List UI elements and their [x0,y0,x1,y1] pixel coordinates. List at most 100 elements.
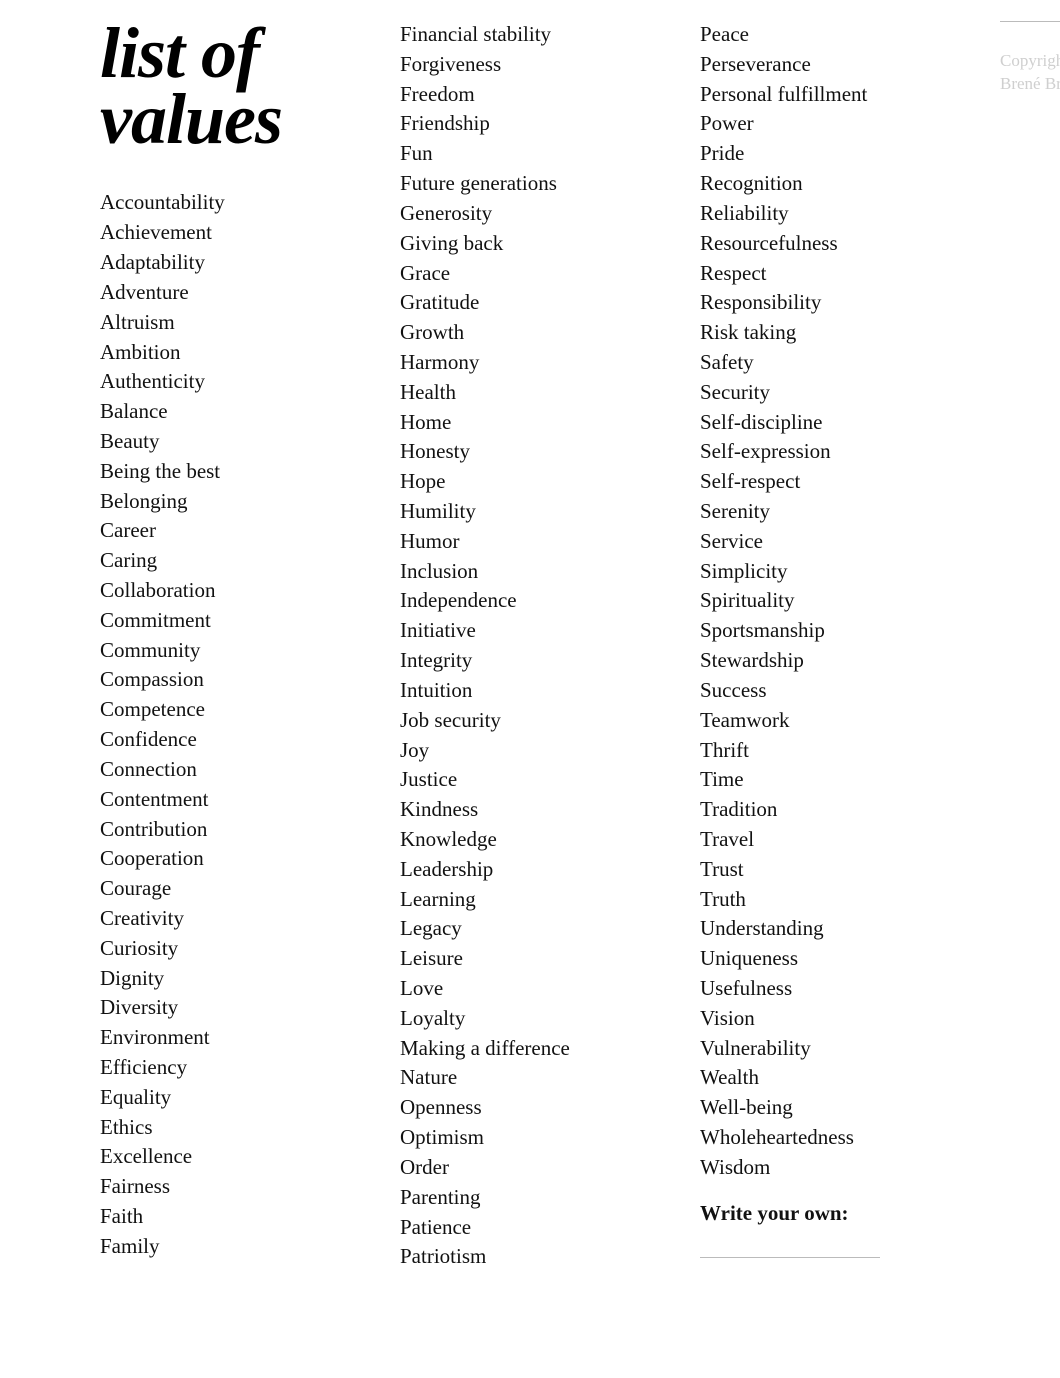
value-item: Friendship [400,109,660,139]
value-item: Patriotism [400,1242,660,1272]
value-item: Serenity [700,497,960,527]
value-item: Vulnerability [700,1034,960,1064]
value-item: Community [100,636,360,666]
value-item: Pride [700,139,960,169]
value-item: Fun [400,139,660,169]
value-item: Service [700,527,960,557]
value-item: Power [700,109,960,139]
value-item: Legacy [400,914,660,944]
value-item: Parenting [400,1183,660,1213]
value-item: Teamwork [700,706,960,736]
page-title: list ofvalues [100,20,360,152]
value-item: Caring [100,546,360,576]
value-item: Cooperation [100,844,360,874]
value-item: Self-discipline [700,408,960,438]
values-list: AccountabilityAchievementAdaptabilityAdv… [100,20,960,1280]
value-item: Nature [400,1063,660,1093]
value-item: Beauty [100,427,360,457]
value-item: Independence [400,586,660,616]
value-item: Home [400,408,660,438]
value-item: Adaptability [100,248,360,278]
value-item: Time [700,765,960,795]
value-item: Excellence [100,1142,360,1172]
page: list ofvalues AccountabilityAchievementA… [0,0,1060,1378]
value-item: Trust [700,855,960,885]
value-item: Optimism [400,1123,660,1153]
value-item: Joy [400,736,660,766]
value-item: Achievement [100,218,360,248]
value-item: Humor [400,527,660,557]
value-item: Environment [100,1023,360,1053]
value-item: Diversity [100,993,360,1023]
value-item: Job security [400,706,660,736]
value-item: Grace [400,259,660,289]
value-item: Self-expression [700,437,960,467]
value-item: Future generations [400,169,660,199]
value-item: Recognition [700,169,960,199]
value-item: Leisure [400,944,660,974]
value-item: Risk taking [700,318,960,348]
value-item: Sportsmanship [700,616,960,646]
value-item: Uniqueness [700,944,960,974]
blank-line-1 [700,1256,880,1258]
value-item: Order [400,1153,660,1183]
value-item: Curiosity [100,934,360,964]
value-item: Career [100,516,360,546]
value-item: Balance [100,397,360,427]
value-item: Thrift [700,736,960,766]
value-item: Health [400,378,660,408]
value-item: Courage [100,874,360,904]
value-item: Commitment [100,606,360,636]
value-item: Perseverance [700,50,960,80]
value-item: Confidence [100,725,360,755]
value-item: Fairness [100,1172,360,1202]
value-item: Harmony [400,348,660,378]
value-item: Wisdom [700,1153,960,1183]
value-item: Generosity [400,199,660,229]
value-item: Financial stability [400,20,660,50]
value-item: Truth [700,885,960,915]
value-item: Leadership [400,855,660,885]
value-item: Growth [400,318,660,348]
value-item: Adventure [100,278,360,308]
value-item: Justice [400,765,660,795]
value-item: Altruism [100,308,360,338]
value-item: Ethics [100,1113,360,1143]
value-item: Collaboration [100,576,360,606]
value-item: Openness [400,1093,660,1123]
value-item: Kindness [400,795,660,825]
value-item: Well-being [700,1093,960,1123]
value-item: Freedom [400,80,660,110]
value-item: Family [100,1232,360,1262]
value-item: Ambition [100,338,360,368]
value-item: Tradition [700,795,960,825]
value-item: Forgiveness [400,50,660,80]
value-item: Usefulness [700,974,960,1004]
value-item: Competence [100,695,360,725]
value-item: Integrity [400,646,660,676]
write-your-own-heading: Write your own: [700,1201,960,1226]
value-item: Learning [400,885,660,915]
value-item: Creativity [100,904,360,934]
value-item: Making a difference [400,1034,660,1064]
title-block: list ofvalues [100,20,360,152]
value-item: Equality [100,1083,360,1113]
content-columns: list ofvalues AccountabilityAchievementA… [100,20,960,1280]
blank-line-2 [1000,20,1060,22]
value-item: Accountability [100,188,360,218]
value-item: Simplicity [700,557,960,587]
value-item: Contribution [100,815,360,845]
value-item: Vision [700,1004,960,1034]
value-item: Patience [400,1213,660,1243]
value-item: Being the best [100,457,360,487]
value-item: Loyalty [400,1004,660,1034]
value-item: Compassion [100,665,360,695]
value-item: Responsibility [700,288,960,318]
value-item: Connection [100,755,360,785]
value-item: Travel [700,825,960,855]
value-item: Self-respect [700,467,960,497]
copyright-notice: Copyright © 2018 byBrené Brown, LLC. [1000,50,1060,96]
value-item: Knowledge [400,825,660,855]
value-item: Efficiency [100,1053,360,1083]
value-item: Hope [400,467,660,497]
